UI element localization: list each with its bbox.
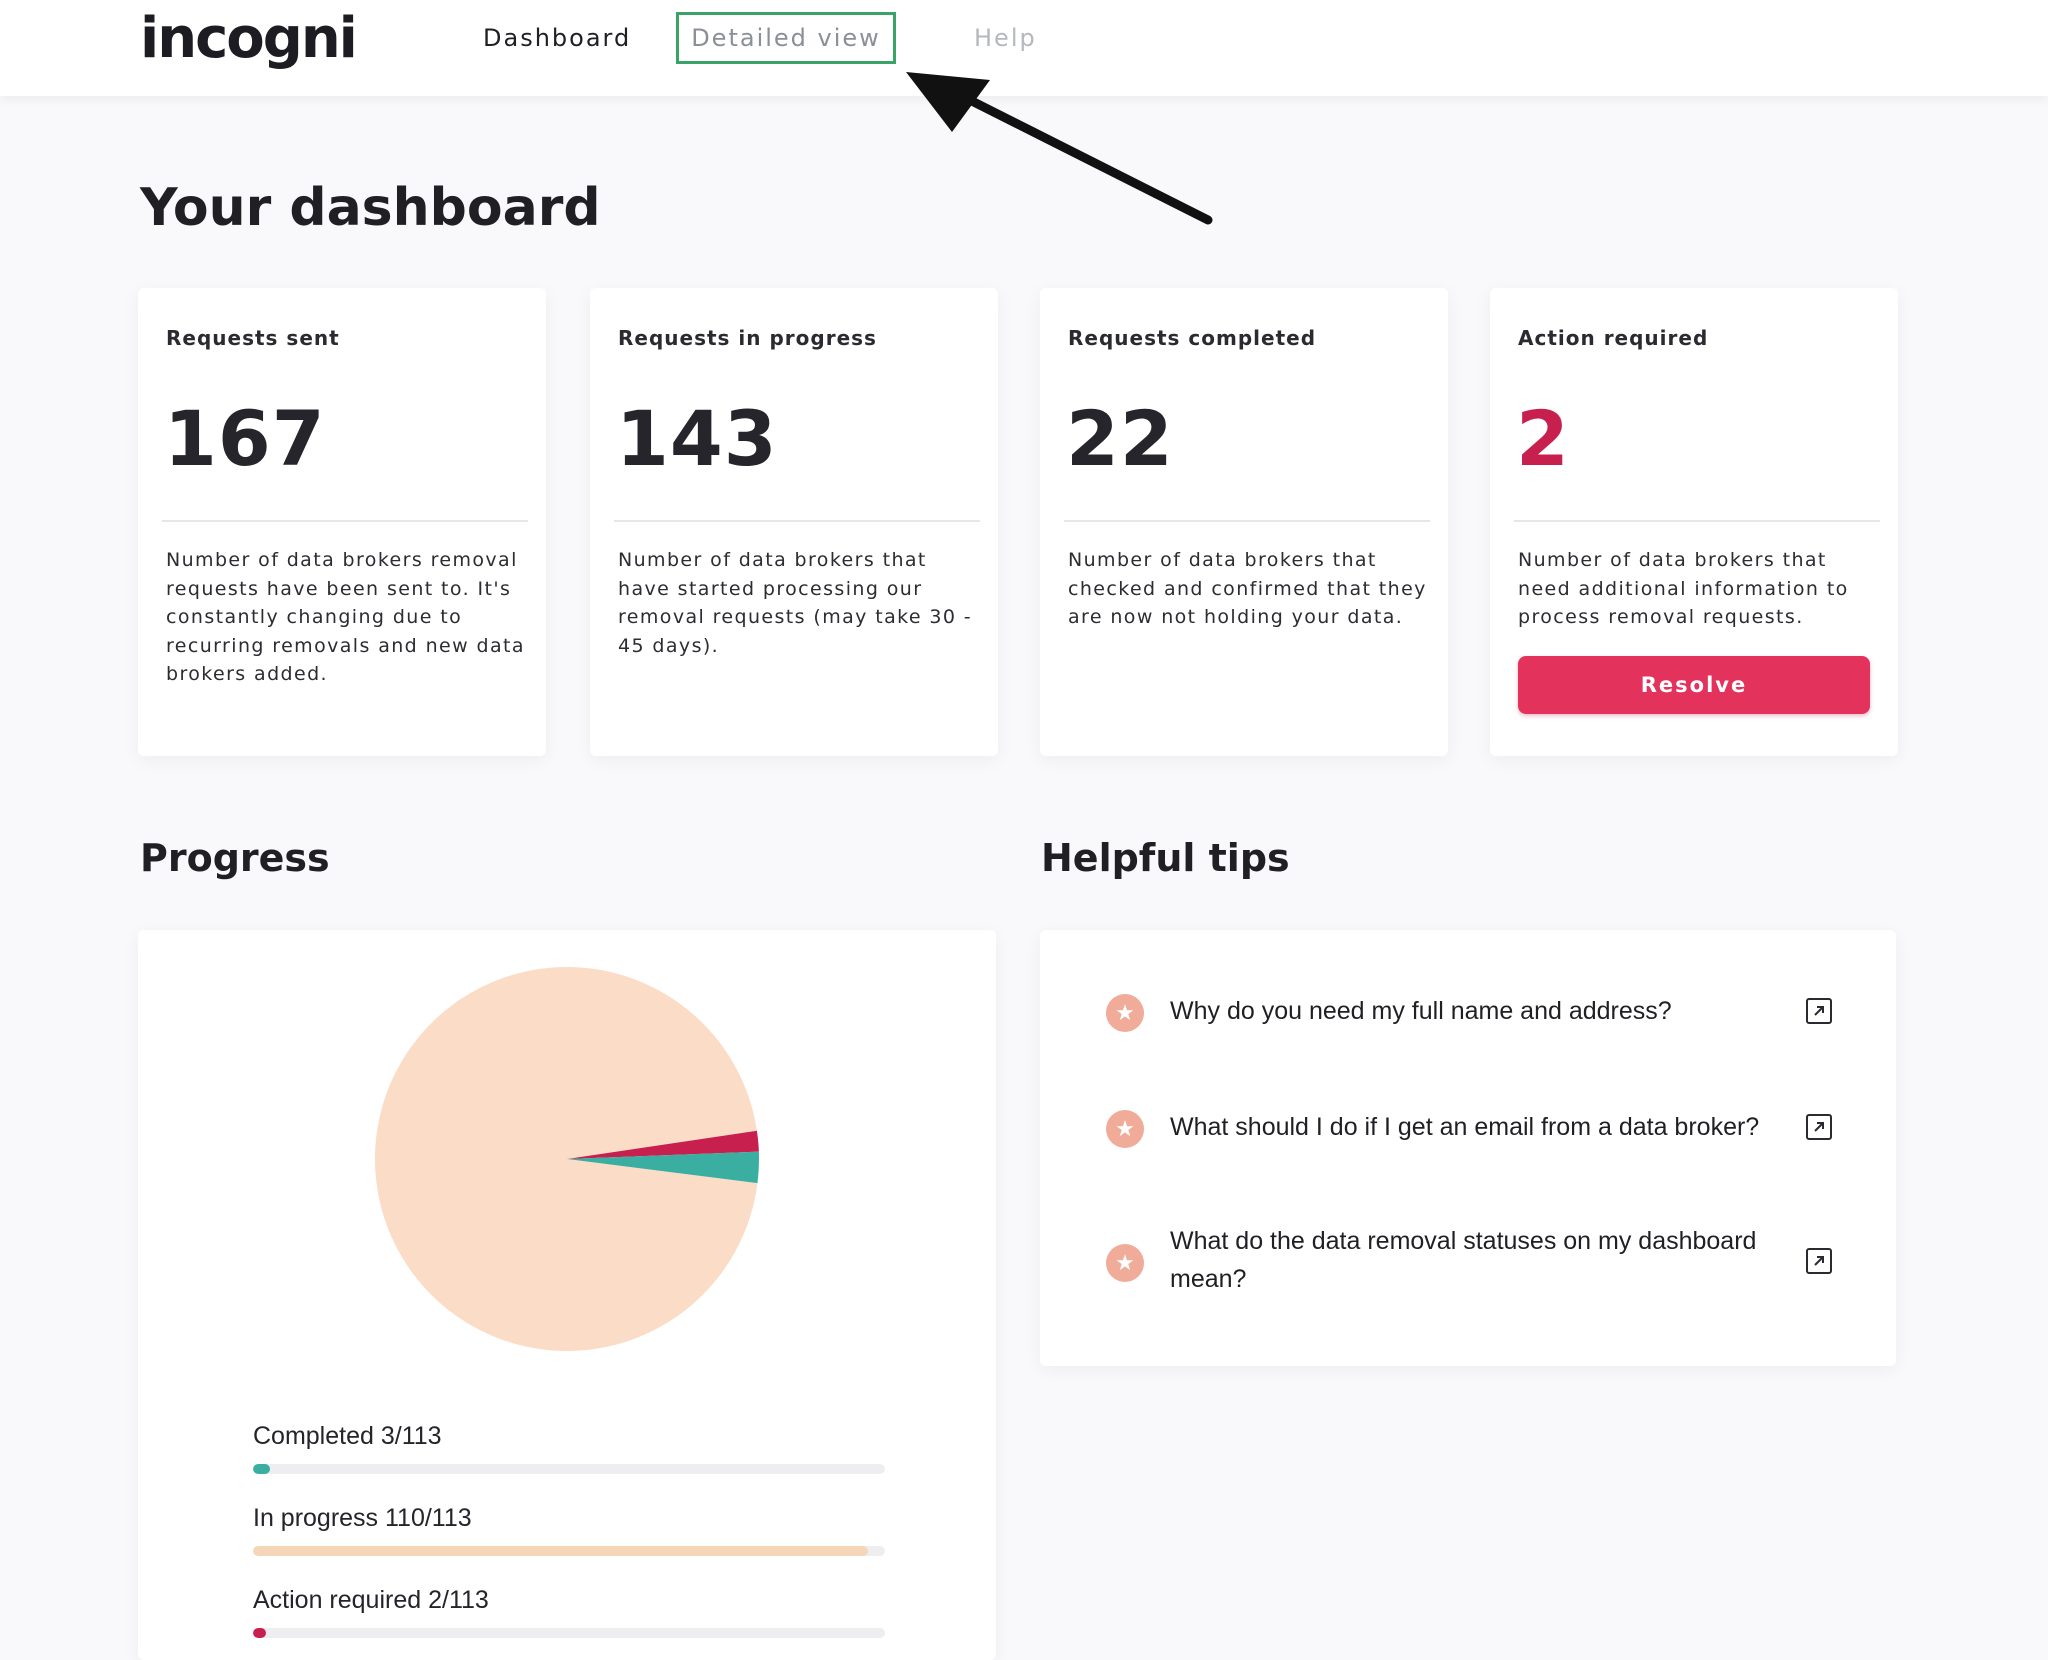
helpful-tips-card: ★ Why do you need my full name and addre… bbox=[1040, 930, 1896, 1366]
nav-dashboard[interactable]: Dashboard bbox=[483, 24, 631, 52]
helpful-tips-section-title: Helpful tips bbox=[1041, 836, 1290, 880]
progress-bar-fill bbox=[253, 1464, 270, 1474]
card-divider bbox=[1064, 520, 1430, 522]
progress-bar-label-completed: Completed 3/113 bbox=[253, 1422, 442, 1450]
progress-bar-label-action-required: Action required 2/113 bbox=[253, 1586, 489, 1614]
star-icon: ★ bbox=[1106, 1110, 1144, 1148]
action-required-card: Action required 2 Number of data brokers… bbox=[1490, 288, 1898, 756]
card-value: 167 bbox=[164, 394, 326, 483]
nav-help[interactable]: Help bbox=[974, 24, 1037, 52]
card-label: Requests completed bbox=[1068, 326, 1317, 350]
tip-text[interactable]: Why do you need my full name and address… bbox=[1170, 992, 1770, 1030]
progress-bar-fill bbox=[253, 1628, 266, 1638]
card-label: Action required bbox=[1518, 326, 1709, 350]
progress-bar-in-progress bbox=[253, 1546, 885, 1556]
requests-completed-card: Requests completed 22 Number of data bro… bbox=[1040, 288, 1448, 756]
card-description: Number of data brokers that need additio… bbox=[1518, 549, 1849, 628]
progress-pie-chart bbox=[375, 966, 759, 1351]
page-title: Your dashboard bbox=[140, 178, 601, 238]
external-link-icon[interactable] bbox=[1806, 1114, 1832, 1140]
card-value: 143 bbox=[616, 394, 778, 483]
arrow-annotation-icon bbox=[906, 72, 1213, 225]
progress-bar-fill bbox=[253, 1546, 869, 1556]
progress-bar-label-in-progress: In progress 110/113 bbox=[253, 1504, 472, 1532]
external-link-icon[interactable] bbox=[1806, 1248, 1832, 1274]
card-divider bbox=[1514, 520, 1880, 522]
incogni-logo[interactable]: incogni bbox=[140, 6, 358, 71]
card-description: Number of data brokers that have started… bbox=[618, 549, 973, 657]
card-divider bbox=[162, 520, 528, 522]
card-value: 2 bbox=[1516, 394, 1570, 483]
progress-bar-action-required bbox=[253, 1628, 885, 1638]
card-label: Requests in progress bbox=[618, 326, 877, 350]
external-link-icon[interactable] bbox=[1806, 998, 1832, 1024]
resolve-button[interactable]: Resolve bbox=[1518, 656, 1870, 714]
card-description: Number of data brokers removal requests … bbox=[166, 549, 525, 685]
nav-detailed-view[interactable]: Detailed view bbox=[676, 12, 896, 64]
tip-text[interactable]: What should I do if I get an email from … bbox=[1170, 1108, 1770, 1146]
star-icon: ★ bbox=[1106, 1244, 1144, 1282]
tip-text[interactable]: What do the data removal statuses on my … bbox=[1170, 1222, 1770, 1298]
progress-bar-completed bbox=[253, 1464, 885, 1474]
card-divider bbox=[614, 520, 980, 522]
card-value: 22 bbox=[1066, 394, 1174, 483]
requests-sent-card: Requests sent 167 Number of data brokers… bbox=[138, 288, 546, 756]
progress-card: Completed 3/113 In progress 110/113 Acti… bbox=[138, 930, 996, 1660]
card-description: Number of data brokers that checked and … bbox=[1068, 549, 1427, 628]
progress-section-title: Progress bbox=[140, 836, 330, 880]
card-label: Requests sent bbox=[166, 326, 340, 350]
star-icon: ★ bbox=[1106, 994, 1144, 1032]
requests-in-progress-card: Requests in progress 143 Number of data … bbox=[590, 288, 998, 756]
